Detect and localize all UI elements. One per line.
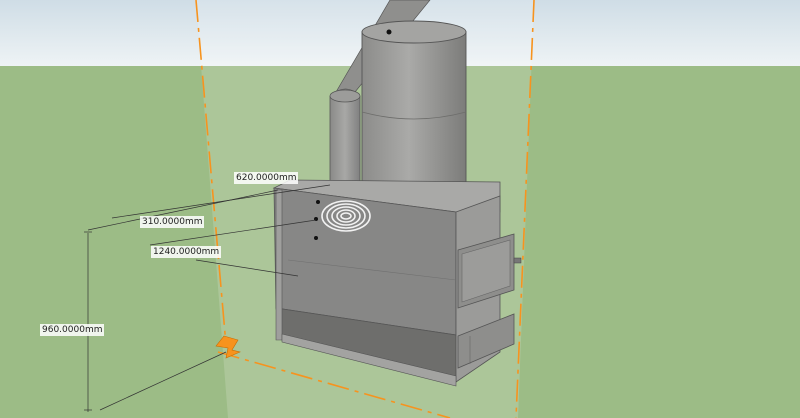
dimension-label-box-height[interactable]: 960.0000mm [40, 324, 105, 336]
water-tank[interactable] [361, 20, 467, 200]
coil-marker-3 [314, 236, 318, 240]
coil-marker-1 [316, 200, 320, 204]
dimension-label-coil-offset[interactable]: 310.0000mm [140, 216, 205, 228]
dimension-label-top-width[interactable]: 620.0000mm [234, 172, 299, 184]
dimension-label-box-depth[interactable]: 1240.0000mm [151, 246, 222, 258]
fire-door-handle[interactable] [513, 257, 522, 264]
3d-viewport[interactable] [0, 0, 800, 418]
tank-top-marker [386, 29, 392, 35]
